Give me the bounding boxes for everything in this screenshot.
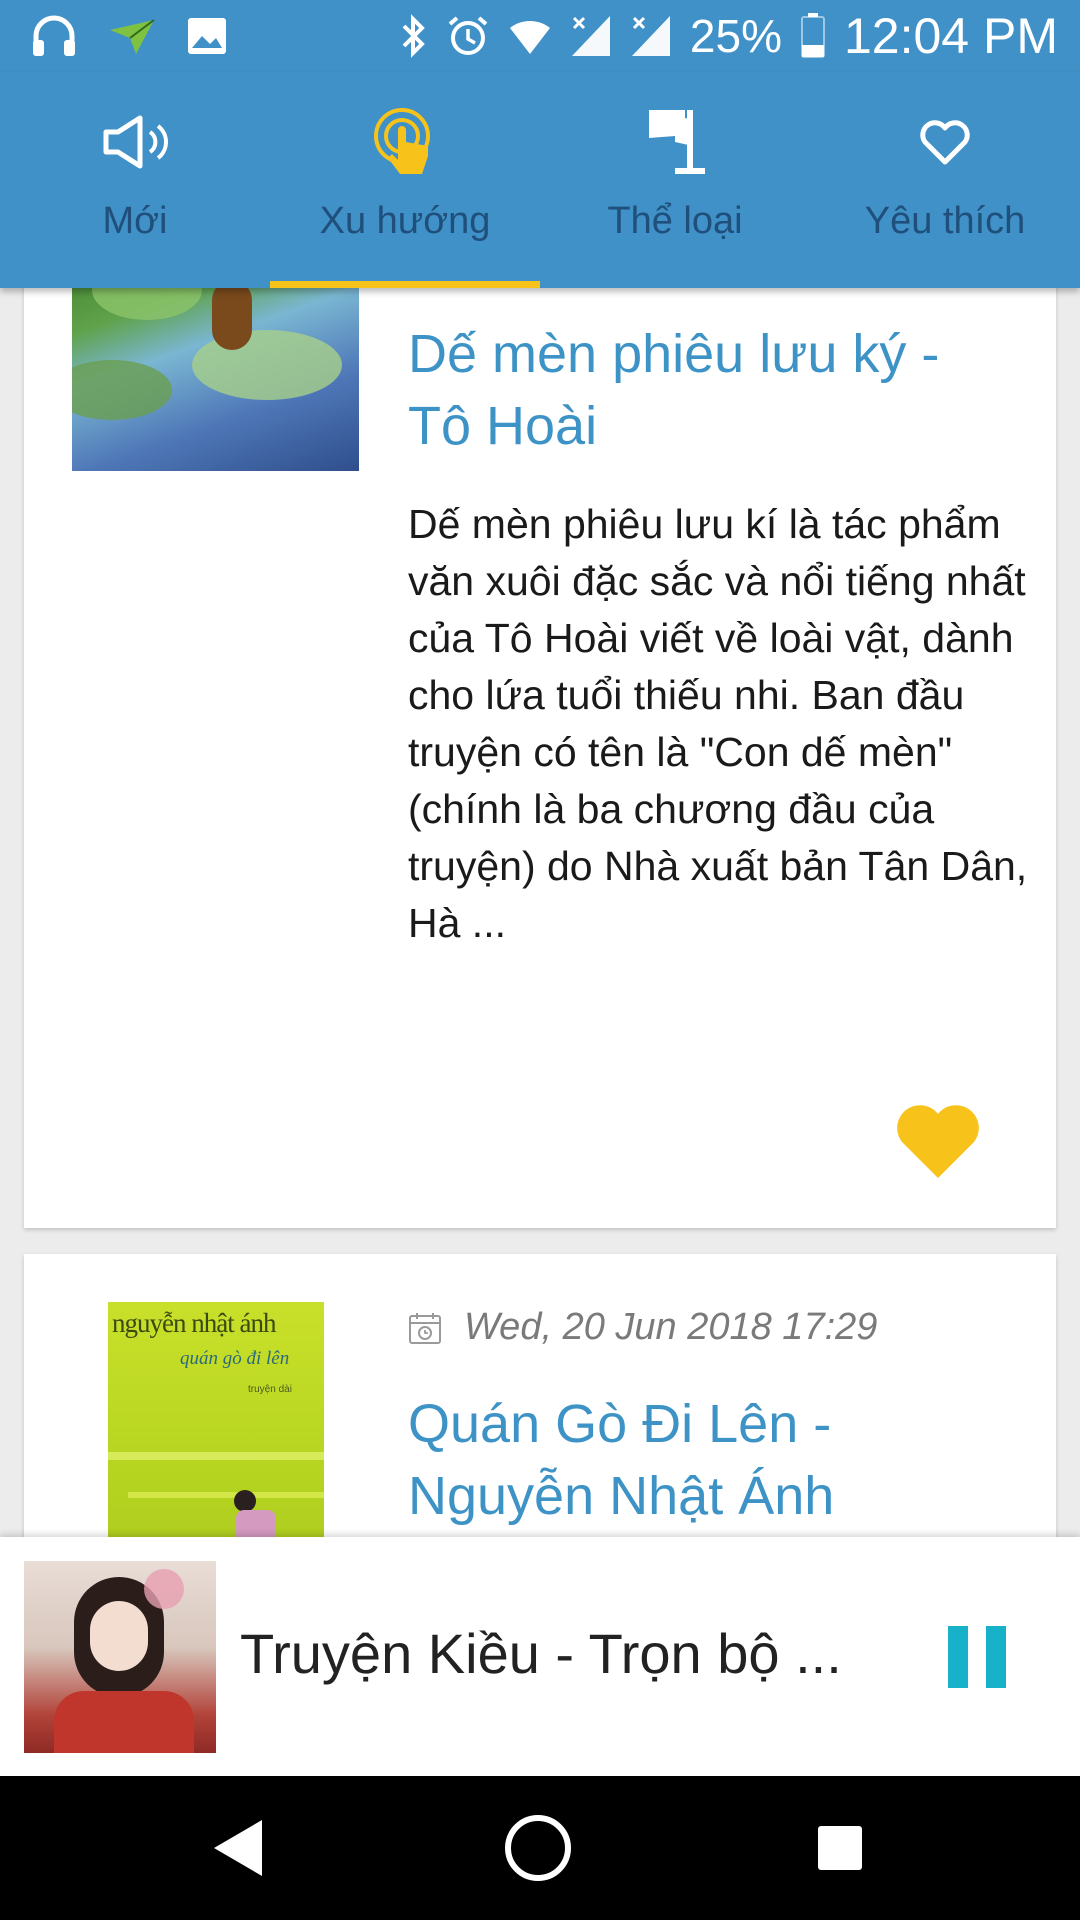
status-bar: 25% 12:04 PM	[0, 0, 1080, 72]
home-icon[interactable]	[502, 1812, 574, 1889]
clock: 12:04 PM	[843, 8, 1058, 64]
tab-yeu-thich[interactable]: Yêu thích	[810, 72, 1080, 288]
story-date-row: Wed, 20 Jun 2018 17:29	[408, 1306, 877, 1349]
tab-label: Mới	[102, 200, 168, 242]
tab-bar: Mới Xu hướng Thể loại Yêu thích	[0, 72, 1080, 288]
image-icon	[186, 16, 228, 56]
heart-outline-icon	[919, 104, 971, 180]
story-card[interactable]: Dế mèn phiêu lưu ký - Tô Hoài Dế mèn phi…	[24, 240, 1056, 1228]
signal-icon	[630, 14, 672, 58]
pause-icon[interactable]	[946, 1624, 1008, 1690]
send-icon	[108, 16, 156, 56]
alarm-icon	[446, 14, 490, 58]
headset-icon	[30, 14, 78, 58]
story-title[interactable]: Quán Gò Đi Lên - Nguyễn Nhật Ánh	[408, 1388, 1028, 1532]
calendar-icon	[408, 1311, 442, 1345]
player-cover-image	[24, 1561, 216, 1753]
tab-label: Yêu thích	[864, 200, 1026, 242]
touch-icon	[372, 104, 438, 180]
story-title[interactable]: Dế mèn phiêu lưu ký - Tô Hoài	[408, 318, 1008, 462]
back-icon[interactable]	[210, 1816, 266, 1885]
tab-label: Thể loại	[607, 200, 743, 242]
favorite-heart-icon[interactable]	[894, 1102, 982, 1182]
recent-apps-icon[interactable]	[816, 1824, 864, 1877]
wifi-icon	[508, 16, 552, 56]
tab-moi[interactable]: Mới	[0, 72, 270, 288]
battery-percent: 25%	[689, 10, 782, 62]
bluetooth-icon	[400, 14, 428, 58]
cover-subtitle-text: truyện dài	[248, 1384, 292, 1395]
system-nav-bar	[0, 1776, 1080, 1920]
selected-tab-indicator	[270, 281, 540, 288]
megaphone-icon	[100, 104, 170, 180]
tab-the-loai[interactable]: Thể loại	[540, 72, 810, 288]
signal-icon	[570, 14, 612, 58]
cover-title-text: quán gò đi lên	[180, 1348, 290, 1369]
player-track-title[interactable]: Truyện Kiều - Trọn bộ ...	[240, 1621, 880, 1686]
tab-label: Xu hướng	[319, 200, 491, 242]
cover-author-text: nguyễn nhật ánh	[112, 1308, 276, 1338]
story-description: Dế mèn phiêu lưu kí là tác phẩm văn xuôi…	[408, 501, 1028, 946]
flag-icon	[645, 104, 705, 180]
story-date: Wed, 20 Jun 2018 17:29	[464, 1306, 878, 1348]
tab-xu-huong[interactable]: Xu hướng	[270, 72, 540, 288]
battery-icon	[800, 13, 826, 59]
mini-player[interactable]: Truyện Kiều - Trọn bộ ...	[0, 1537, 1080, 1776]
